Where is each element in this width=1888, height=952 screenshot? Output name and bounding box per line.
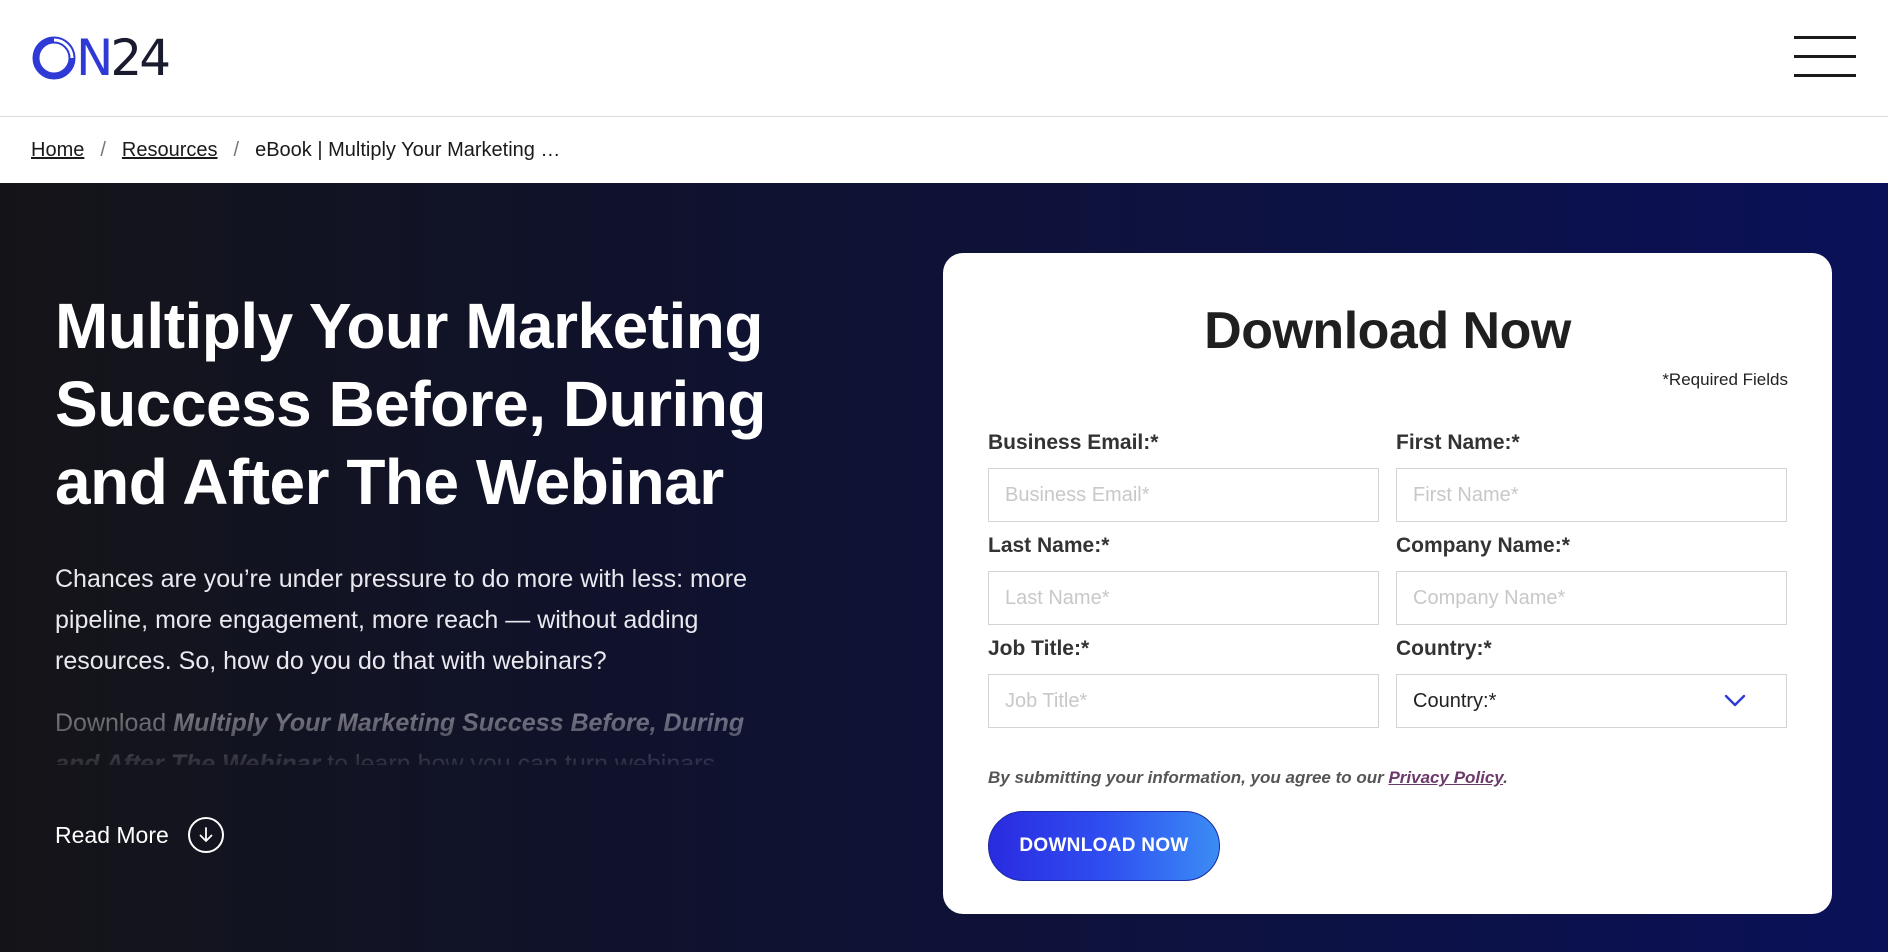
menu-line-icon [1794, 55, 1856, 58]
breadcrumb-home-link[interactable]: Home [31, 139, 84, 162]
menu-line-icon [1794, 74, 1856, 77]
hero-section: Multiply Your Marketing Success Before, … [0, 183, 1888, 952]
arrow-down-circle-icon [187, 817, 224, 853]
menu-line-icon [1794, 36, 1856, 39]
country-select-value: Country:* [1413, 689, 1497, 712]
job-title-input[interactable] [988, 674, 1379, 728]
breadcrumb-separator: / [233, 139, 240, 161]
privacy-policy-link[interactable]: Privacy Policy [1388, 768, 1503, 787]
chevron-down-icon [1724, 691, 1746, 714]
read-more-button[interactable]: Read More [55, 817, 224, 853]
on24-logo[interactable]: N24 [32, 33, 171, 83]
breadcrumb: Home / Resources / eBook | Multiply Your… [0, 118, 1888, 183]
job-title-label: Job Title:* [988, 637, 1090, 660]
hero-description: Chances are you’re under pressure to do … [55, 565, 747, 675]
breadcrumb-resources-link[interactable]: Resources [122, 139, 218, 162]
download-form-card: Download Now *Required Fields Business E… [943, 253, 1832, 914]
country-label: Country:* [1396, 637, 1492, 660]
first-name-label: First Name:* [1396, 431, 1520, 454]
logo-n: N [76, 29, 113, 87]
business-email-input[interactable] [988, 468, 1379, 522]
hero-title: Multiply Your Marketing Success Before, … [55, 290, 767, 518]
breadcrumb-separator: / [100, 139, 106, 161]
required-fields-note: *Required Fields [1662, 370, 1788, 389]
logo-digits: 24 [110, 29, 171, 87]
logo-mark-icon [32, 36, 76, 80]
logo-text: N24 [76, 33, 171, 83]
company-name-label: Company Name:* [1396, 534, 1570, 557]
hero-description-faded: Download Multiply Your Marketing Success… [55, 703, 775, 765]
download-now-button[interactable]: DOWNLOAD NOW [988, 811, 1220, 881]
form-title: Download Now [1204, 302, 1571, 360]
company-name-input[interactable] [1396, 571, 1787, 625]
consent-end: . [1503, 768, 1508, 787]
breadcrumb-current: eBook | Multiply Your Marketing … [255, 139, 561, 161]
last-name-label: Last Name:* [988, 534, 1110, 557]
consent-prefix: By submitting your information, you agre… [988, 768, 1389, 787]
read-more-label: Read More [55, 821, 169, 848]
last-name-input[interactable] [988, 571, 1379, 625]
hero-body2-prefix: Download [55, 709, 174, 737]
country-select[interactable]: Country:* [1396, 674, 1787, 728]
business-email-label: Business Email:* [988, 431, 1159, 454]
consent-text: By submitting your information, you agre… [988, 768, 1508, 788]
first-name-input[interactable] [1396, 468, 1787, 522]
site-header: N24 [0, 0, 1888, 117]
hamburger-menu-button[interactable] [1794, 36, 1856, 78]
hero-body2-suffix: to learn how you can turn webinars [320, 750, 715, 765]
